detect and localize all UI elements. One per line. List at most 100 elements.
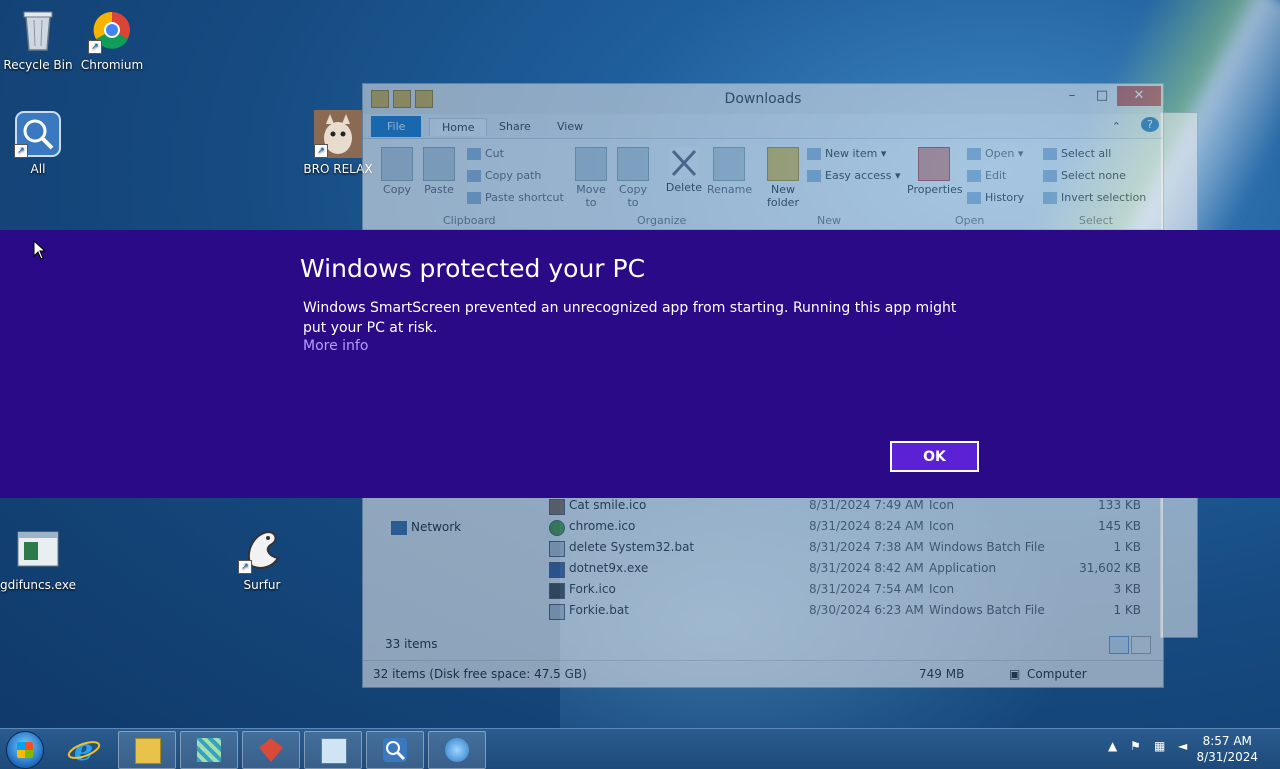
cubes-icon — [197, 738, 221, 762]
recycle-bin-icon — [14, 6, 62, 54]
rename-button[interactable]: Rename — [707, 147, 752, 196]
search-icon — [383, 738, 407, 762]
desktop-icon-gdifuncs[interactable]: gdifuncs.exe — [0, 526, 76, 592]
maximize-button[interactable]: □ — [1087, 86, 1117, 106]
minimize-button[interactable]: – — [1057, 86, 1087, 106]
details-view-icon[interactable] — [1109, 636, 1129, 654]
copy-button[interactable]: Copy — [377, 147, 417, 196]
desktop-icon-surfur[interactable]: ↗ Surfur — [224, 526, 300, 592]
list-item[interactable]: dotnet9x.exe 8/31/2024 8:42 AM Application… — [547, 559, 1147, 580]
chrome-icon — [549, 520, 565, 536]
open-button[interactable]: Open ▾ — [967, 147, 1023, 160]
scissors-icon — [467, 148, 481, 160]
globe-icon — [445, 738, 469, 762]
mouse-cursor-icon — [33, 239, 47, 263]
status-free-space: 32 items (Disk free space: 47.5 GB) — [373, 667, 587, 681]
large-icons-view-icon[interactable] — [1131, 636, 1151, 654]
help-icon[interactable]: ? — [1141, 117, 1159, 132]
properties-icon — [918, 147, 950, 181]
list-item[interactable]: Forkie.bat 8/30/2024 6:23 AM Windows Batch… — [547, 601, 1147, 622]
taskbar: e ▲ ⚑ ▦ ◄ 8:57 AM 8/31/2024 — [0, 728, 1280, 769]
desktop-icon-label: Recycle Bin — [3, 58, 73, 72]
list-item[interactable]: delete System32.bat 8/31/2024 7:38 AM Wind… — [547, 538, 1147, 559]
taskbar-app-red[interactable] — [242, 731, 300, 769]
paste-button[interactable]: Paste — [419, 147, 459, 196]
shortcut-arrow-icon: ↗ — [238, 560, 252, 574]
ribbon-group-open: Open — [955, 214, 985, 227]
status-bar: 32 items (Disk free space: 47.5 GB) 749 … — [363, 660, 1163, 687]
easy-access-button[interactable]: Easy access ▾ — [807, 169, 901, 182]
invert-selection-button[interactable]: Invert selection — [1043, 191, 1146, 204]
desktop-icon-label: Surfur — [243, 578, 281, 592]
paste-shortcut-icon — [467, 192, 481, 204]
delete-x-icon — [669, 147, 699, 179]
action-center-flag-icon[interactable]: ⚑ — [1130, 739, 1141, 753]
taskbar-app-globe[interactable] — [428, 731, 486, 769]
ribbon-tabs: File Home Share View ⌃ ? — [363, 114, 1163, 139]
delete-button[interactable]: Delete — [663, 147, 705, 194]
ok-button[interactable]: OK — [890, 441, 979, 472]
rename-icon — [713, 147, 745, 181]
list-item[interactable]: Fork.ico 8/31/2024 7:54 AM Icon 3 KB — [547, 580, 1147, 601]
history-button[interactable]: History — [967, 191, 1024, 204]
edit-icon — [967, 170, 981, 182]
desktop-icon-recycle-bin[interactable]: Recycle Bin — [0, 6, 76, 72]
select-none-icon — [1043, 170, 1057, 182]
close-button[interactable]: ✕ — [1117, 86, 1161, 106]
computer-icon: ▣ — [1009, 667, 1021, 681]
taskbar-app-monitor[interactable] — [304, 731, 362, 769]
shortcut-arrow-icon: ↗ — [314, 144, 328, 158]
tab-home[interactable]: Home — [429, 118, 488, 136]
copy-path-button[interactable]: Copy path — [467, 169, 541, 182]
list-item[interactable]: chrome.ico 8/31/2024 8:24 AM Icon 145 KB — [547, 517, 1147, 538]
copy-to-button[interactable]: Copy to — [613, 147, 653, 209]
show-hidden-icons[interactable]: ▲ — [1108, 739, 1117, 753]
new-item-icon — [807, 148, 821, 160]
properties-button[interactable]: Properties — [907, 147, 963, 196]
select-all-button[interactable]: Select all — [1043, 147, 1111, 160]
dialog-title: Windows protected your PC — [300, 254, 646, 283]
tab-share[interactable]: Share — [487, 118, 543, 135]
start-button[interactable] — [6, 731, 44, 769]
explorer-title-bar[interactable]: Downloads – □ ✕ — [363, 84, 1163, 114]
list-item[interactable]: Cat smile.ico 8/31/2024 7:49 AM Icon 133 KB — [547, 496, 1147, 517]
new-item-button[interactable]: New item ▾ — [807, 147, 886, 160]
file-list: Cat smile.ico 8/31/2024 7:49 AM Icon 133 KB… — [547, 496, 1147, 622]
more-info-link[interactable]: More info — [303, 338, 368, 354]
chromium-icon: ↗ — [88, 6, 136, 54]
invert-selection-icon — [1043, 192, 1057, 204]
desktop-icon-all[interactable]: ↗ All — [0, 110, 76, 176]
select-all-icon — [1043, 148, 1057, 160]
easy-access-icon — [807, 170, 821, 182]
select-none-button[interactable]: Select none — [1043, 169, 1126, 182]
clock[interactable]: 8:57 AM 8/31/2024 — [1196, 733, 1258, 765]
taskbar-internet-explorer[interactable]: e — [66, 733, 106, 768]
clock-date: 8/31/2024 — [1196, 750, 1258, 764]
tab-file[interactable]: File — [371, 116, 422, 137]
smartscreen-dialog: Windows protected your PC Windows SmartS… — [0, 230, 1280, 498]
application-window-icon — [14, 526, 62, 574]
paste-shortcut-button[interactable]: Paste shortcut — [467, 191, 564, 204]
copy-to-icon — [617, 147, 649, 181]
nav-item-network[interactable]: Network — [391, 520, 461, 535]
new-folder-button[interactable]: New folder — [765, 147, 801, 209]
internet-explorer-icon: e — [67, 733, 101, 768]
taskbar-app-cubes[interactable] — [180, 731, 238, 769]
taskbar-app-search[interactable] — [366, 731, 424, 769]
volume-muted-icon[interactable]: ◄ — [1178, 739, 1187, 753]
chevron-up-icon[interactable]: ⌃ — [1100, 118, 1133, 135]
cut-button[interactable]: Cut — [467, 147, 504, 160]
batch-file-icon — [549, 541, 565, 557]
folder-icon — [767, 147, 799, 181]
tab-view[interactable]: View — [545, 118, 595, 135]
network-tray-icon[interactable]: ▦ — [1154, 739, 1165, 753]
monitor-icon — [321, 738, 347, 764]
edit-button[interactable]: Edit — [967, 169, 1006, 182]
move-to-button[interactable]: Move to — [571, 147, 611, 209]
desktop-icon-chromium[interactable]: ↗ Chromium — [74, 6, 150, 72]
taskbar-file-explorer[interactable] — [118, 731, 176, 769]
clipboard-icon — [423, 147, 455, 181]
fork-icon — [549, 583, 565, 599]
explorer-title: Downloads — [724, 91, 802, 107]
status-location: Computer — [1027, 667, 1087, 681]
